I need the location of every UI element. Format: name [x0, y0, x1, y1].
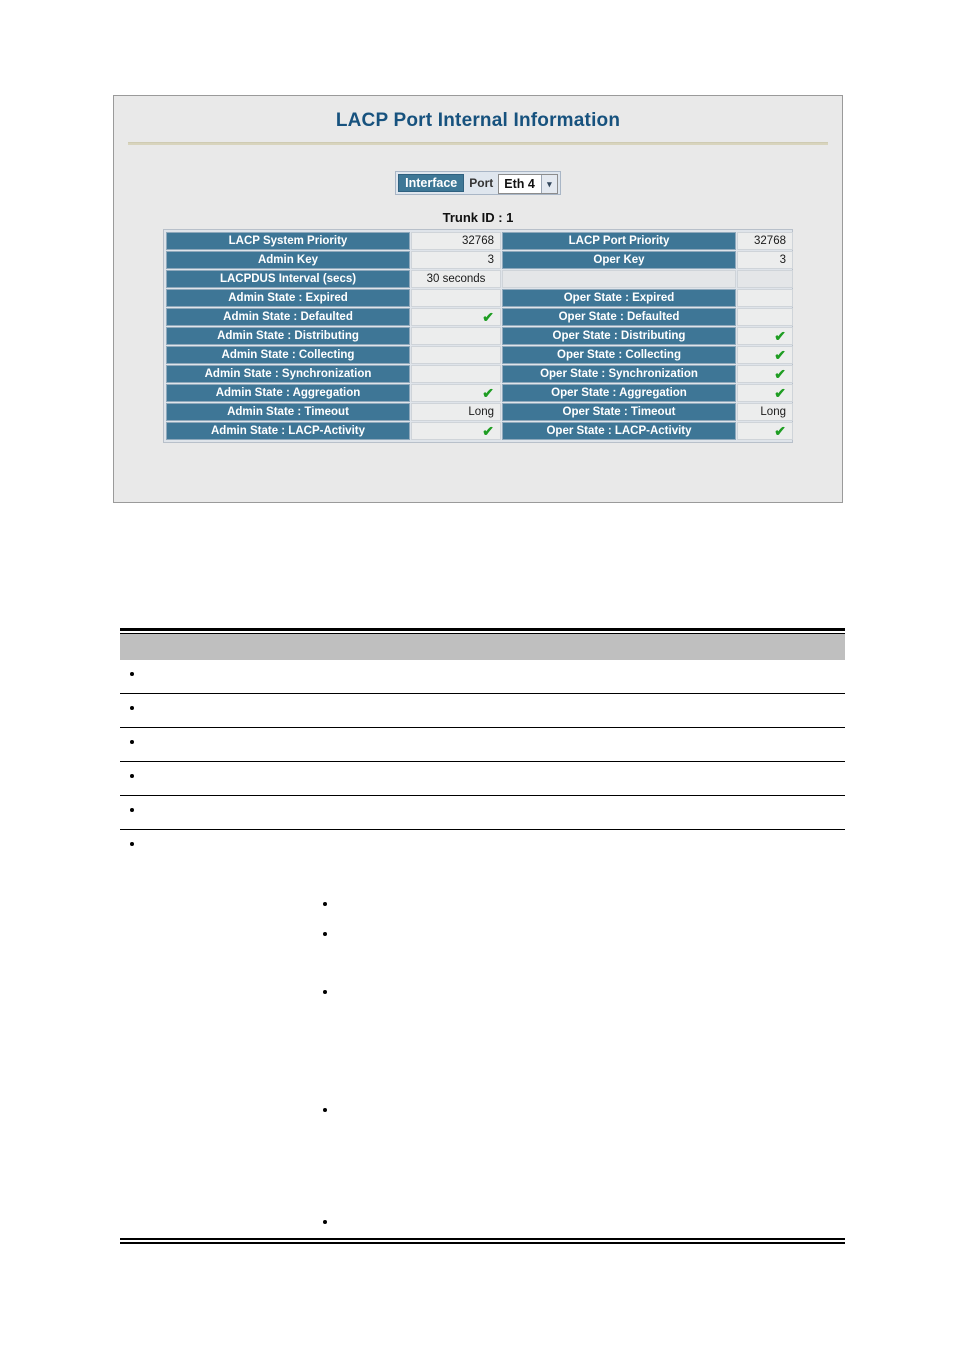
lacp-row: Admin State : Distributing Oper State : D… — [166, 327, 793, 345]
left-label: Admin State : Collecting — [166, 346, 410, 364]
right-value — [737, 308, 793, 326]
left-check-icon: ✔ — [411, 422, 501, 440]
right-check-icon: ✔ — [737, 346, 793, 364]
interface-selector-row: Interface Port Eth 4 ▾ — [114, 171, 842, 195]
lacp-row: Admin State : LACP-Activity ✔ Oper State :… — [166, 422, 793, 440]
check-icon: ✔ — [482, 422, 494, 439]
bullet-icon — [323, 990, 327, 994]
check-icon: ✔ — [774, 365, 786, 382]
right-value: 32768 — [737, 232, 793, 250]
left-value — [411, 289, 501, 307]
bullet-icon — [323, 932, 327, 936]
left-value: Long — [411, 403, 501, 421]
table-bottom-rule — [120, 1238, 845, 1244]
bullet-icon — [130, 740, 134, 744]
chevron-down-icon[interactable]: ▾ — [540, 175, 557, 193]
left-check-icon: ✔ — [411, 308, 501, 326]
right-value — [737, 289, 793, 307]
lacp-row: Admin State : Aggregation ✔ Oper State : A… — [166, 384, 793, 402]
right-check-icon: ✔ — [737, 365, 793, 383]
left-label: Admin State : Timeout — [166, 403, 410, 421]
left-label: Admin Key — [166, 251, 410, 269]
table-row — [120, 694, 845, 728]
table-header-band — [120, 634, 845, 660]
interface-selector[interactable]: Interface Port Eth 4 ▾ — [395, 171, 561, 195]
bullet-icon — [130, 672, 134, 676]
title-divider — [128, 142, 828, 145]
lacp-row: Admin State : Defaulted ✔ Oper State : Def… — [166, 308, 793, 326]
check-icon: ✔ — [774, 346, 786, 363]
right-check-icon: ✔ — [737, 327, 793, 345]
table-row — [120, 796, 845, 830]
left-label: Admin State : Distributing — [166, 327, 410, 345]
left-label: Admin State : Expired — [166, 289, 410, 307]
right-label: Oper Key — [502, 251, 736, 269]
trunk-id-caption: Trunk ID : 1 — [442, 210, 514, 225]
bullet-icon — [323, 1108, 327, 1112]
right-label: Oper State : Expired — [502, 289, 736, 307]
right-value: 3 — [737, 251, 793, 269]
port-select[interactable]: Eth 4 ▾ — [498, 174, 558, 194]
interface-tab[interactable]: Interface — [398, 174, 465, 192]
bullet-icon — [130, 774, 134, 778]
lacp-row: Admin State : Collecting Oper State : Col… — [166, 346, 793, 364]
bullet-icon — [323, 1220, 327, 1224]
left-value — [411, 365, 501, 383]
bullet-icon — [130, 808, 134, 812]
check-icon: ✔ — [482, 384, 494, 401]
lacp-row: Admin Key 3 Oper Key 3 — [166, 251, 793, 269]
left-value: 30 seconds — [411, 270, 501, 288]
page-title: LACP Port Internal Information — [335, 110, 621, 131]
port-select-value: Eth 4 — [504, 177, 535, 191]
right-label: Oper State : Synchronization — [502, 365, 736, 383]
document-table — [120, 628, 845, 863]
table-row — [120, 728, 845, 762]
check-icon: ✔ — [482, 308, 494, 325]
right-check-icon: ✔ — [737, 422, 793, 440]
table-row — [120, 762, 845, 796]
check-icon: ✔ — [774, 384, 786, 401]
table-row — [120, 830, 845, 863]
left-label: Admin State : LACP-Activity — [166, 422, 410, 440]
right-label: LACP Port Priority — [502, 232, 736, 250]
lacp-row: Admin State : Synchronization Oper State … — [166, 365, 793, 383]
bullet-icon — [130, 706, 134, 710]
left-check-icon: ✔ — [411, 384, 501, 402]
lacp-table-body: LACP System Priority 32768 LACP Port Prior… — [166, 232, 793, 440]
check-icon: ✔ — [774, 422, 786, 439]
left-label: Admin State : Synchronization — [166, 365, 410, 383]
lacp-row: LACP System Priority 32768 LACP Port Prior… — [166, 232, 793, 250]
right-label: Oper State : Aggregation — [502, 384, 736, 402]
lacp-row: Admin State : Expired Oper State : Expire… — [166, 289, 793, 307]
lacp-info-grid: LACP System Priority 32768 LACP Port Prior… — [163, 229, 793, 443]
left-value: 3 — [411, 251, 501, 269]
lacp-panel: LACP Port Internal Information Interface… — [113, 95, 843, 503]
right-label: Oper State : Timeout — [502, 403, 736, 421]
port-label: Port — [469, 176, 494, 190]
right-label: Oper State : Collecting — [502, 346, 736, 364]
left-value — [411, 327, 501, 345]
right-value: Long — [737, 403, 793, 421]
bullet-icon — [130, 842, 134, 846]
right-label: Oper State : Distributing — [502, 327, 736, 345]
lacp-info-table: LACP System Priority 32768 LACP Port Prior… — [165, 231, 794, 441]
document-bottom-rule — [120, 1238, 845, 1244]
lacp-row: LACPDUS Interval (secs) 30 seconds — [166, 270, 793, 288]
left-label: Admin State : Defaulted — [166, 308, 410, 326]
right-value-blank — [737, 270, 793, 288]
left-value — [411, 346, 501, 364]
left-label: LACP System Priority — [166, 232, 410, 250]
table-row — [120, 660, 845, 694]
right-label-blank — [502, 270, 736, 288]
lacp-row: Admin State : Timeout Long Oper State : Ti… — [166, 403, 793, 421]
bullet-icon — [323, 902, 327, 906]
left-label: LACPDUS Interval (secs) — [166, 270, 410, 288]
check-icon: ✔ — [774, 327, 786, 344]
left-label: Admin State : Aggregation — [166, 384, 410, 402]
right-label: Oper State : Defaulted — [502, 308, 736, 326]
right-check-icon: ✔ — [737, 384, 793, 402]
right-label: Oper State : LACP-Activity — [502, 422, 736, 440]
left-value: 32768 — [411, 232, 501, 250]
